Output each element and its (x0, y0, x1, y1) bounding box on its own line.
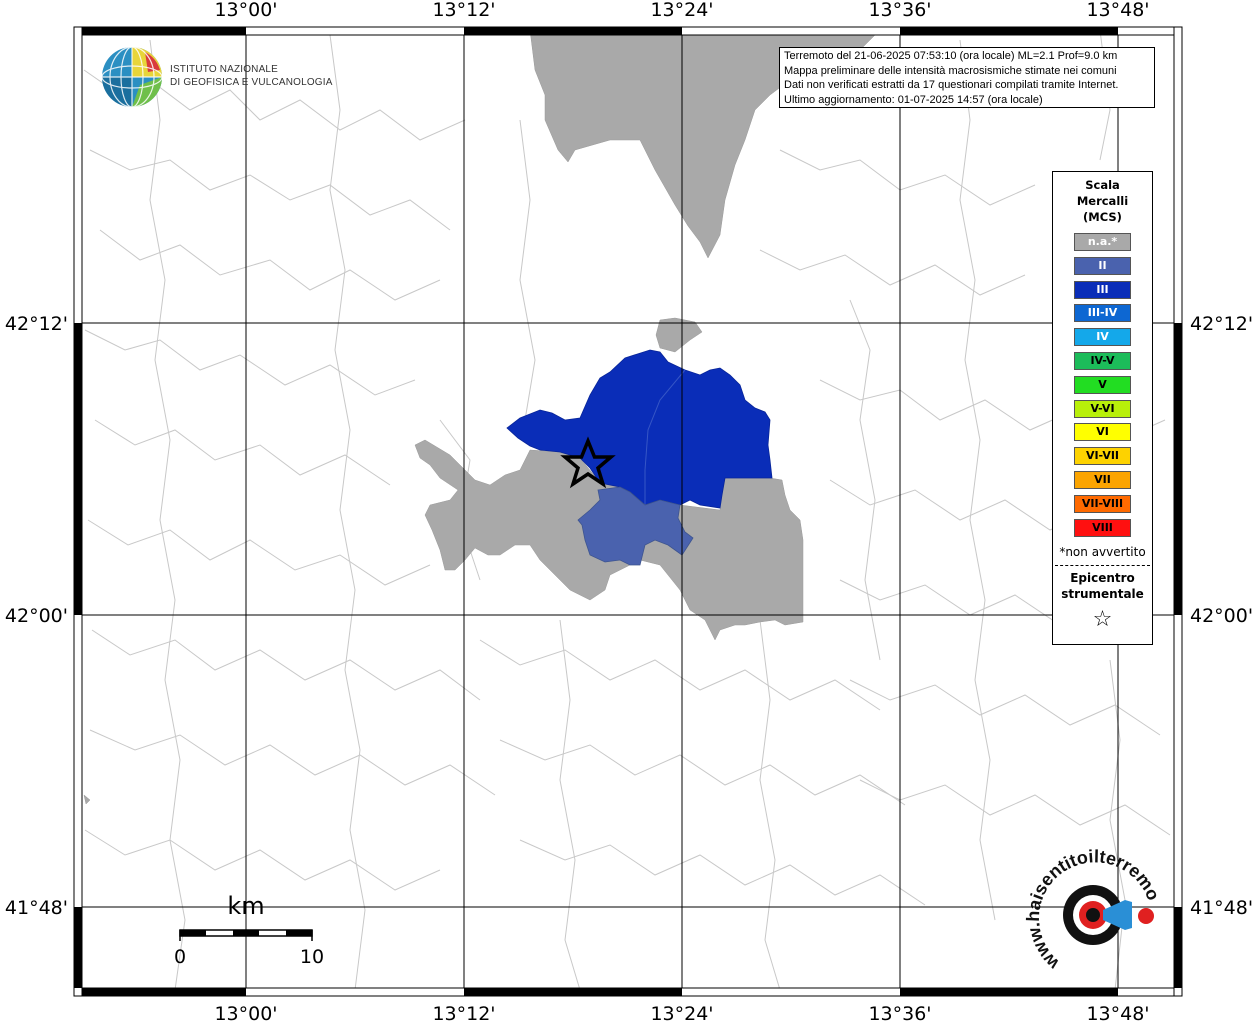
legend-item: VI (1074, 423, 1131, 442)
legend-item: n.a.* (1074, 233, 1131, 251)
bottom-axis-label: 13°12' (432, 1003, 495, 1024)
legend-item: II (1074, 256, 1131, 275)
legend-epicenter-label: Epicentro strumentale (1053, 570, 1152, 602)
legend-items: n.a.* II III III-IV IV IV-V V V-VI VI VI-VII VII VI… (1053, 233, 1152, 537)
legend-item: VII-VIII (1074, 494, 1131, 513)
frame-border-right (1173, 26, 1183, 997)
scale-bar-unit: km (227, 892, 264, 920)
legend-title: Scala Mercalli (MCS) (1053, 177, 1152, 225)
bottom-axis-label: 13°00' (214, 1003, 277, 1024)
scale-bar-start: 0 (174, 946, 186, 968)
legend-item: III-IV (1074, 304, 1131, 323)
legend-epicenter-line1: Epicentro (1070, 570, 1135, 585)
legend-divider (1055, 564, 1150, 566)
right-axis-label: 42°00' (1190, 605, 1253, 627)
legend-item: V-VI (1074, 399, 1131, 418)
top-axis-label: 13°12' (432, 0, 495, 21)
top-axis-label: 13°36' (868, 0, 931, 21)
bottom-axis-label: 13°48' (1086, 1003, 1149, 1024)
frame-border-bottom (73, 987, 1183, 997)
legend-item: III (1074, 280, 1131, 299)
bottom-axis-label: 13°24' (650, 1003, 713, 1024)
legend-title-line2: Mercalli (1076, 194, 1129, 208)
event-info-box: Terremoto del 21-06-2025 07:53:10 (ora l… (779, 47, 1155, 108)
event-info-line2: Mappa preliminare delle intensità macros… (784, 64, 1117, 77)
top-axis-label: 13°24' (650, 0, 713, 21)
event-info-line4: Ultimo aggiornamento: 01-07-2025 14:57 (… (784, 93, 1043, 106)
frame-border-top (73, 26, 1183, 36)
ingv-globe-icon (101, 46, 163, 108)
ingv-logo-line2: DI GEOFISICA E VULCANOLOGIA (170, 76, 333, 88)
legend-item: IV (1074, 328, 1131, 347)
event-info-line1: Terremoto del 21-06-2025 07:53:10 (ora l… (784, 50, 1118, 62)
legend-item: IV-V (1074, 351, 1131, 370)
ingv-logo-text: ISTITUTO NAZIONALE DI GEOFISICA E VULCAN… (170, 63, 333, 89)
legend-title-line1: Scala (1085, 178, 1120, 192)
legend-epicenter-line2: strumentale (1061, 586, 1144, 601)
mcs-legend: Scala Mercalli (MCS) n.a.* II III III-IV IV I… (1052, 171, 1153, 645)
event-info-line3: Dati non verificati estratti da 17 quest… (784, 79, 1119, 91)
legend-item: VIII (1074, 518, 1131, 537)
left-axis-label: 42°12' (5, 313, 68, 335)
legend-item: V (1074, 375, 1131, 394)
frame-border-left (73, 26, 83, 997)
left-axis-label: 41°48' (5, 897, 68, 919)
legend-star-icon: ☆ (1092, 606, 1113, 632)
top-axis-label: 13°48' (1086, 0, 1149, 21)
legend-item: VII (1074, 470, 1131, 489)
right-axis-label: 41°48' (1190, 897, 1253, 919)
legend-item: VI-VII (1074, 447, 1131, 466)
ingv-logo-line1: ISTITUTO NAZIONALE (170, 63, 278, 75)
left-axis-label: 42°00' (5, 605, 68, 627)
legend-title-line3: (MCS) (1083, 210, 1122, 224)
scale-bar-end: 10 (300, 946, 324, 968)
right-axis-label: 42°12' (1190, 313, 1253, 335)
legend-note: *non avvertito (1059, 544, 1146, 559)
top-axis-label: 13°00' (214, 0, 277, 21)
bottom-axis-label: 13°36' (868, 1003, 931, 1024)
